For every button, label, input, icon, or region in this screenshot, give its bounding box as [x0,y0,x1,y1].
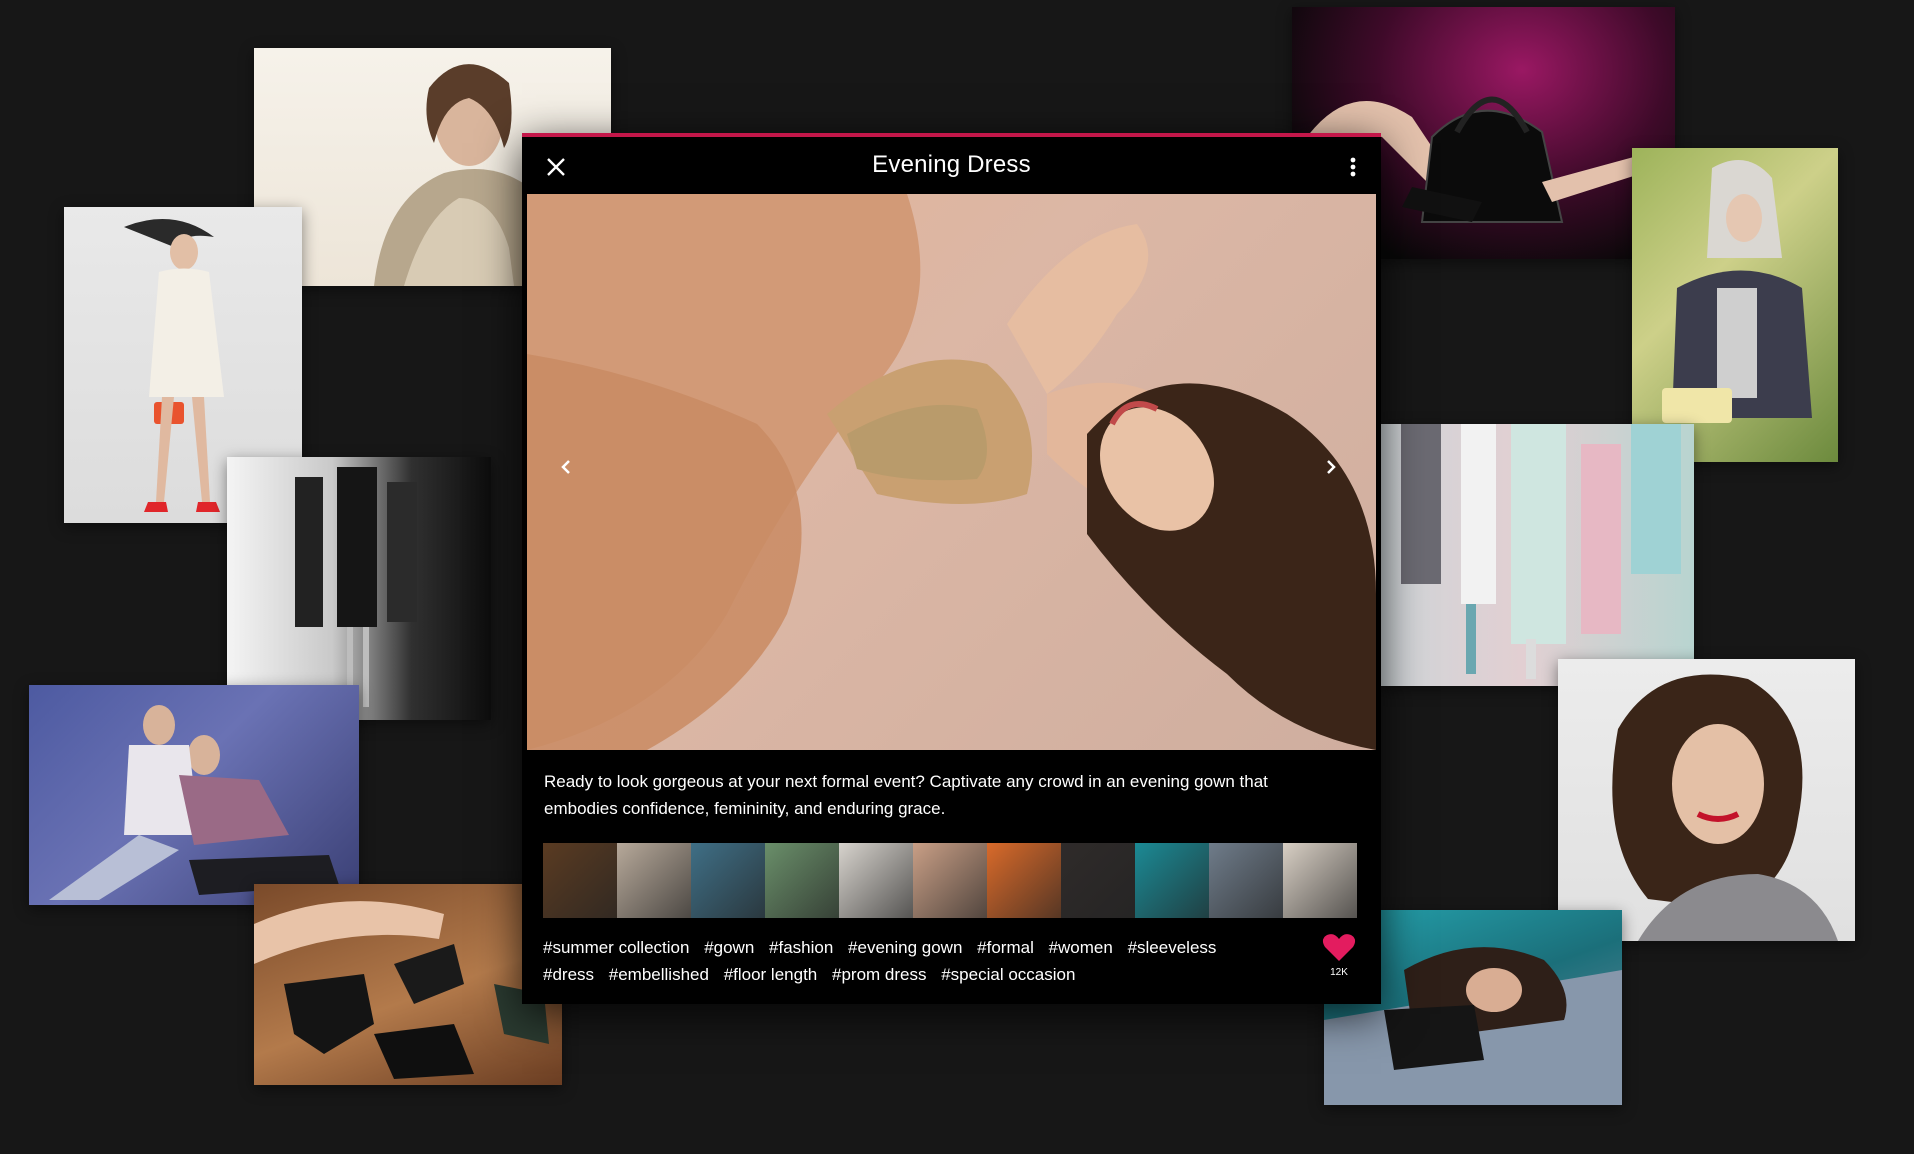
hashtag-link[interactable]: #prom dress [832,965,926,984]
hashtag-link[interactable]: #sleeveless [1128,938,1217,957]
more-vertical-icon [1350,157,1356,177]
hashtag-link[interactable]: #dress [543,965,594,984]
background-photo-shoes-floor[interactable] [254,884,562,1085]
background-photo-runway-bw[interactable] [227,457,491,720]
previous-image-button[interactable] [555,456,577,478]
thumbnail-10[interactable] [1209,843,1283,918]
thumbnail-5[interactable] [839,843,913,918]
thumbnail-strip [543,843,1359,918]
chevron-left-icon [561,460,570,474]
background-photo-two-models[interactable] [29,685,359,905]
hashtag-link[interactable]: #gown [704,938,754,957]
modal-title: Evening Dress [872,151,1031,178]
like-count: 12K [1330,967,1348,978]
hashtag-link[interactable]: #special occasion [941,965,1075,984]
heart-icon [1322,934,1356,961]
thumbnail-4[interactable] [765,843,839,918]
chevron-right-icon [1327,460,1336,474]
hero-image-evening-dress [527,194,1376,750]
background-photo-grey-jacket[interactable] [1632,148,1838,462]
modal-header: Evening Dress [522,137,1381,193]
hashtag-link[interactable]: #fashion [769,938,833,957]
background-photo-runway-pastel[interactable] [1381,424,1694,686]
hashtag-link[interactable]: #embellished [609,965,709,984]
hashtag-link[interactable]: #floor length [724,965,818,984]
image-description: Ready to look gorgeous at your next form… [544,772,1268,818]
hashtag-list: #summer collection #gown #fashion #eveni… [543,934,1283,988]
thumbnail-3[interactable] [691,843,765,918]
thumbnail-6[interactable] [913,843,987,918]
background-photo-curly-hair-portrait[interactable] [1558,659,1855,941]
hashtag-link[interactable]: #formal [977,938,1034,957]
thumbnail-7[interactable] [987,843,1061,918]
like-button[interactable]: 12K [1322,933,1356,978]
thumbnail-11[interactable] [1283,843,1357,918]
thumbnail-9[interactable] [1135,843,1209,918]
hashtag-link[interactable]: #evening gown [848,938,962,957]
hashtag-link[interactable]: #summer collection [543,938,689,957]
thumbnail-1[interactable] [543,843,617,918]
hashtag-link[interactable]: #women [1049,938,1113,957]
thumbnail-8[interactable] [1061,843,1135,918]
next-image-button[interactable] [1320,456,1342,478]
image-detail-modal: Evening Dress Ready to look gorgeous at … [522,133,1381,1004]
thumbnail-2[interactable] [617,843,691,918]
hero-illustration [527,194,1376,750]
more-options-button[interactable] [1347,155,1359,179]
